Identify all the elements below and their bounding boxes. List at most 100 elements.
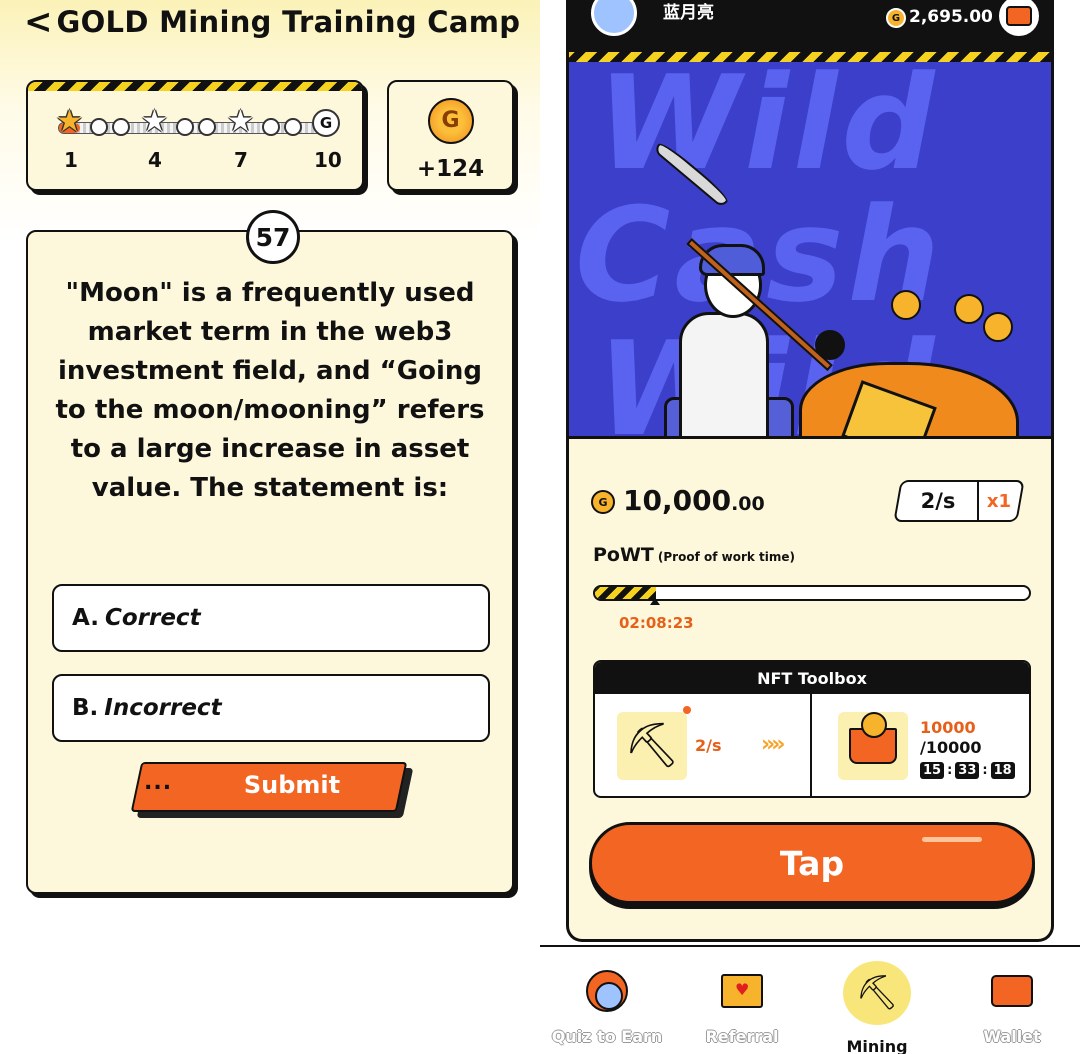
nav-mining[interactable]: ⛏ Mining — [810, 947, 944, 1054]
step-dot — [262, 118, 280, 136]
header-back[interactable]: < GOLD Mining Training Camp — [24, 2, 520, 42]
nav-wallet[interactable]: Wallet — [945, 947, 1079, 1054]
rate-multiplier: x1 — [986, 490, 1012, 512]
wallet-icon — [1006, 6, 1032, 26]
progress-marker-icon — [650, 598, 660, 605]
pickaxe-icon: ⛏ — [624, 720, 680, 771]
dot-icon — [198, 118, 216, 136]
dot-icon — [176, 118, 194, 136]
level-star-1: ★ — [56, 107, 83, 137]
quiz-card: 57 "Moon" is a frequently used market te… — [26, 210, 514, 894]
avatar[interactable] — [591, 0, 637, 36]
rate-box[interactable]: 2/s x1 — [893, 480, 1025, 522]
level-label: 1 — [64, 148, 78, 172]
level-star-4: ★ — [141, 107, 168, 137]
g-coin-icon: G — [312, 109, 340, 137]
mining-screen: 蓝月亮 G 2,695.00 Wild Cash Wild G — [566, 0, 1054, 942]
wallet-icon — [988, 967, 1036, 1015]
nav-label: Quiz to Earn — [551, 1027, 663, 1046]
banner-text: Wild — [597, 62, 939, 199]
submit-label: Submit — [243, 771, 341, 799]
nft-toolbox: NFT Toolbox ⛏ 2/s »» 10000 /10000 15 : 3… — [593, 660, 1031, 798]
step-dot — [198, 118, 216, 136]
quiz-panel: < GOLD Mining Training Camp ★ ★ ★ G 1 4 … — [0, 0, 540, 1054]
step-dot — [112, 118, 130, 136]
step-dot — [176, 118, 194, 136]
powt-progress-fill — [595, 587, 656, 599]
cart-tile — [838, 712, 908, 780]
button-shine — [922, 837, 982, 842]
cart-capacity-current: 10000 — [920, 718, 976, 737]
username: 蓝月亮 — [663, 3, 714, 23]
gold-coin-icon: G — [427, 97, 474, 144]
amount-main: 10,000 — [623, 484, 732, 517]
envelope-heart-icon — [718, 967, 766, 1015]
nav-label: Referral — [705, 1027, 779, 1046]
pickaxe-icon: ⛏ — [843, 961, 911, 1025]
star-icon: ★ — [227, 104, 254, 139]
avatar-icon — [583, 967, 631, 1015]
submit-button[interactable]: ... Submit — [130, 762, 414, 818]
coin-icon: G — [591, 490, 615, 514]
star-icon: ★ — [141, 104, 168, 139]
powt-sublabel: (Proof of work time) — [657, 550, 796, 564]
bottom-nav: Quiz to Earn Referral ⛏ Mining Wallet — [540, 945, 1080, 1054]
mine-cart-icon — [849, 712, 897, 764]
avatar-shape — [586, 970, 628, 1012]
option-a[interactable]: A. Correct — [52, 584, 490, 652]
question-number: 57 — [246, 210, 300, 264]
level-progress-card: ★ ★ ★ G 1 4 7 10 — [26, 80, 364, 191]
star-icon: ★ — [56, 104, 83, 139]
reward-card: G +124 — [387, 80, 514, 191]
upgrade-arrow-icon[interactable]: »» — [761, 732, 786, 757]
bitcoin-icon — [983, 312, 1013, 342]
toolbox-tool-slot[interactable]: ⛏ 2/s »» — [595, 694, 812, 796]
nav-quiz-to-earn[interactable]: Quiz to Earn — [540, 947, 674, 1054]
dot-icon — [112, 118, 130, 136]
level-star-7: ★ — [227, 107, 254, 137]
timer-minutes: 33 — [955, 762, 980, 779]
option-text: Incorrect — [104, 695, 222, 721]
hazard-stripe — [569, 52, 1051, 62]
powt-title: PoWT — [593, 544, 654, 566]
nav-referral[interactable]: Referral — [675, 947, 809, 1054]
dot-icon — [262, 118, 280, 136]
timer-separator: : — [982, 763, 988, 778]
hazard-stripe — [28, 82, 362, 91]
mining-stats: G 10,000.00 2/s x1 — [591, 480, 1031, 524]
wallet-shape — [991, 975, 1033, 1007]
option-b[interactable]: B. Incorrect — [52, 674, 490, 742]
coin-icon — [954, 294, 984, 324]
wallet-button[interactable] — [997, 0, 1041, 38]
balance: 2,695.00 — [909, 7, 993, 27]
timer-seconds: 18 — [990, 762, 1015, 779]
reward-value: +124 — [416, 155, 485, 182]
timer-separator: : — [947, 763, 953, 778]
tap-button[interactable]: Tap — [589, 822, 1035, 904]
envelope-shape — [721, 974, 763, 1008]
mined-amount: 10,000.00 — [623, 484, 765, 517]
cart-timer: 15 : 33 : 18 — [920, 762, 1015, 779]
level-end: G — [312, 109, 340, 137]
mining-rate: 2/s — [899, 482, 979, 520]
miner-body — [679, 312, 769, 450]
level-label: 4 — [148, 148, 162, 172]
option-letter: A. — [72, 605, 99, 631]
amount-decimal: .00 — [731, 493, 765, 515]
powt-time: 02:08:23 — [619, 614, 694, 632]
timer-hours: 15 — [920, 762, 945, 779]
coin-icon — [891, 290, 921, 320]
toolbox-cart-slot[interactable]: 10000 /10000 15 : 33 : 18 — [814, 694, 1029, 796]
cart-capacity-total: /10000 — [920, 738, 982, 757]
chevron-left-icon[interactable]: < — [24, 5, 53, 39]
top-bar: 蓝月亮 G 2,695.00 — [569, 0, 1051, 62]
solana-icon — [815, 330, 845, 360]
page-title: GOLD Mining Training Camp — [56, 5, 521, 39]
level-label: 7 — [234, 148, 248, 172]
step-dot — [284, 118, 302, 136]
pickaxe-tile: ⛏ — [617, 712, 687, 780]
dot-icon — [90, 118, 108, 136]
tool-rate: 2/s — [695, 736, 722, 755]
option-letter: B. — [72, 695, 99, 721]
banner-ground — [569, 436, 1051, 450]
